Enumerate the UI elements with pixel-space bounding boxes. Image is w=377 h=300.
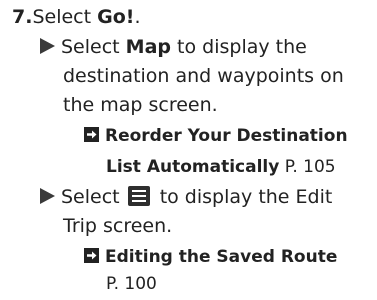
step-number: 7. <box>12 6 33 28</box>
bullet-1-line-1: Select Map to display the <box>40 33 307 62</box>
step-line: 7.Select Go!. <box>12 3 140 32</box>
reference-1-title-line-2[interactable]: List Automatically <box>106 157 279 177</box>
cross-reference-arrow-icon <box>84 248 99 263</box>
step-period: . <box>134 6 141 28</box>
reference-2-line-1[interactable]: Editing the Saved Route <box>84 242 337 272</box>
menu-list-icon <box>127 186 150 206</box>
reference-2-page: P. 100 <box>106 274 157 294</box>
reference-2-title[interactable]: Editing the Saved Route <box>105 247 337 267</box>
bullet-2-select: Select <box>61 186 126 208</box>
play-triangle-icon <box>40 38 55 54</box>
bullet-1-select: Select <box>61 36 126 58</box>
reference-1-title-line-1[interactable]: Reorder Your Destination <box>105 126 348 146</box>
step-text: Select <box>32 6 98 28</box>
reference-1-page: P. 105 <box>279 157 336 177</box>
bullet-1-line-3: the map screen. <box>63 94 218 116</box>
go-button-label: Go! <box>97 6 135 28</box>
bullet-2-text: to display the Edit <box>153 186 333 208</box>
reference-1-line-1[interactable]: Reorder Your Destination <box>84 121 348 151</box>
bullet-1-line-2: destination and waypoints on <box>63 65 344 87</box>
bullet-2-line-2: Trip screen. <box>63 215 173 237</box>
map-button-label: Map <box>125 36 171 58</box>
play-triangle-icon <box>40 188 55 204</box>
bullet-2-line-1: Select to display the Edit <box>40 183 332 212</box>
bullet-1-text: to display the <box>171 36 307 58</box>
cross-reference-arrow-icon <box>84 127 99 142</box>
reference-1-line-2[interactable]: List Automatically P. 105 <box>106 152 336 182</box>
